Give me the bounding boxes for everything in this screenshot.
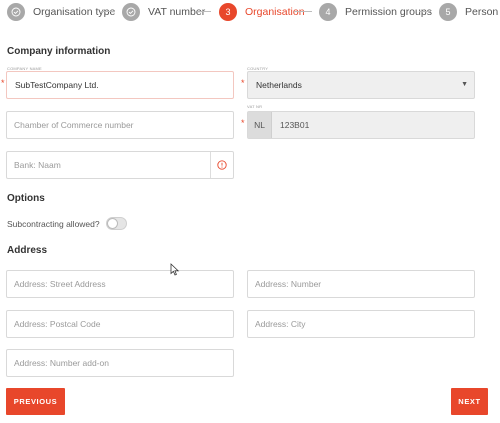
step-person[interactable]: 5 Person bbox=[439, 2, 498, 22]
subcontracting-toggle[interactable] bbox=[106, 217, 127, 230]
step-label: Organisation type bbox=[33, 6, 116, 18]
number-addon-placeholder: Address: Number add-on bbox=[14, 358, 109, 368]
postal-code-field[interactable]: Address: Postcal Code bbox=[6, 310, 234, 338]
step-vat-number[interactable]: VAT number bbox=[122, 2, 205, 22]
step-number: 5 bbox=[439, 3, 457, 21]
address-number-field[interactable]: Address: Number bbox=[247, 270, 475, 298]
next-button[interactable]: NEXT bbox=[451, 388, 488, 415]
step-organisation[interactable]: 3 Organisation bbox=[219, 2, 305, 22]
company-name-field[interactable]: SubTestCompany Ltd. bbox=[6, 71, 234, 99]
country-select[interactable]: Netherlands ▼ bbox=[247, 71, 475, 99]
vat-label: VAT NR bbox=[247, 104, 263, 109]
step-organisation-type[interactable]: Organisation type bbox=[7, 2, 115, 22]
street-address-placeholder: Address: Street Address bbox=[14, 279, 106, 289]
bank-name-field[interactable]: Bank: Naam bbox=[6, 151, 234, 179]
previous-button[interactable]: PREVIOUS bbox=[6, 388, 65, 415]
alert-circle-icon bbox=[217, 160, 227, 170]
toggle-knob bbox=[107, 218, 118, 229]
subcontracting-label: Subcontracting allowed? bbox=[7, 219, 100, 229]
caret-down-icon: ▼ bbox=[461, 81, 468, 88]
bank-name-placeholder: Bank: Naam bbox=[14, 160, 61, 170]
required-marker: * bbox=[241, 78, 245, 88]
step-connector bbox=[419, 11, 431, 12]
address-heading: Address bbox=[7, 245, 48, 256]
step-number: 4 bbox=[319, 3, 337, 21]
step-connector bbox=[101, 11, 115, 12]
company-information-heading: Company information bbox=[7, 46, 111, 57]
step-label: Organisation bbox=[245, 6, 305, 18]
country-value: Netherlands bbox=[256, 80, 302, 90]
city-field[interactable]: Address: City bbox=[247, 310, 475, 338]
postal-code-placeholder: Address: Postcal Code bbox=[14, 319, 101, 329]
street-address-field[interactable]: Address: Street Address bbox=[6, 270, 234, 298]
company-name-value: SubTestCompany Ltd. bbox=[15, 80, 99, 90]
required-marker: * bbox=[241, 118, 245, 128]
required-marker: * bbox=[1, 78, 5, 88]
step-label: Person bbox=[465, 6, 499, 18]
divider bbox=[210, 152, 211, 178]
step-number: 3 bbox=[219, 3, 237, 21]
options-heading: Options bbox=[7, 193, 45, 204]
step-label: VAT number bbox=[148, 6, 206, 18]
city-placeholder: Address: City bbox=[255, 319, 306, 329]
step-connector bbox=[294, 11, 312, 12]
vat-number-field: NL 123B01 bbox=[247, 111, 475, 139]
step-label: Permission groups bbox=[345, 6, 432, 18]
vat-number-value: 123B01 bbox=[280, 120, 310, 130]
chamber-of-commerce-placeholder: Chamber of Commerce number bbox=[14, 120, 134, 130]
mouse-pointer-icon bbox=[170, 263, 180, 276]
check-circle-icon bbox=[7, 3, 25, 21]
progress-stepper: Organisation type VAT number 3 Organisat… bbox=[0, 0, 500, 26]
chamber-of-commerce-field[interactable]: Chamber of Commerce number bbox=[6, 111, 234, 139]
address-number-placeholder: Address: Number bbox=[255, 279, 322, 289]
vat-country-prefix: NL bbox=[248, 112, 272, 138]
step-connector bbox=[197, 11, 211, 12]
check-circle-icon bbox=[122, 3, 140, 21]
number-addon-field[interactable]: Address: Number add-on bbox=[6, 349, 234, 377]
step-permission-groups[interactable]: 4 Permission groups bbox=[319, 2, 432, 22]
